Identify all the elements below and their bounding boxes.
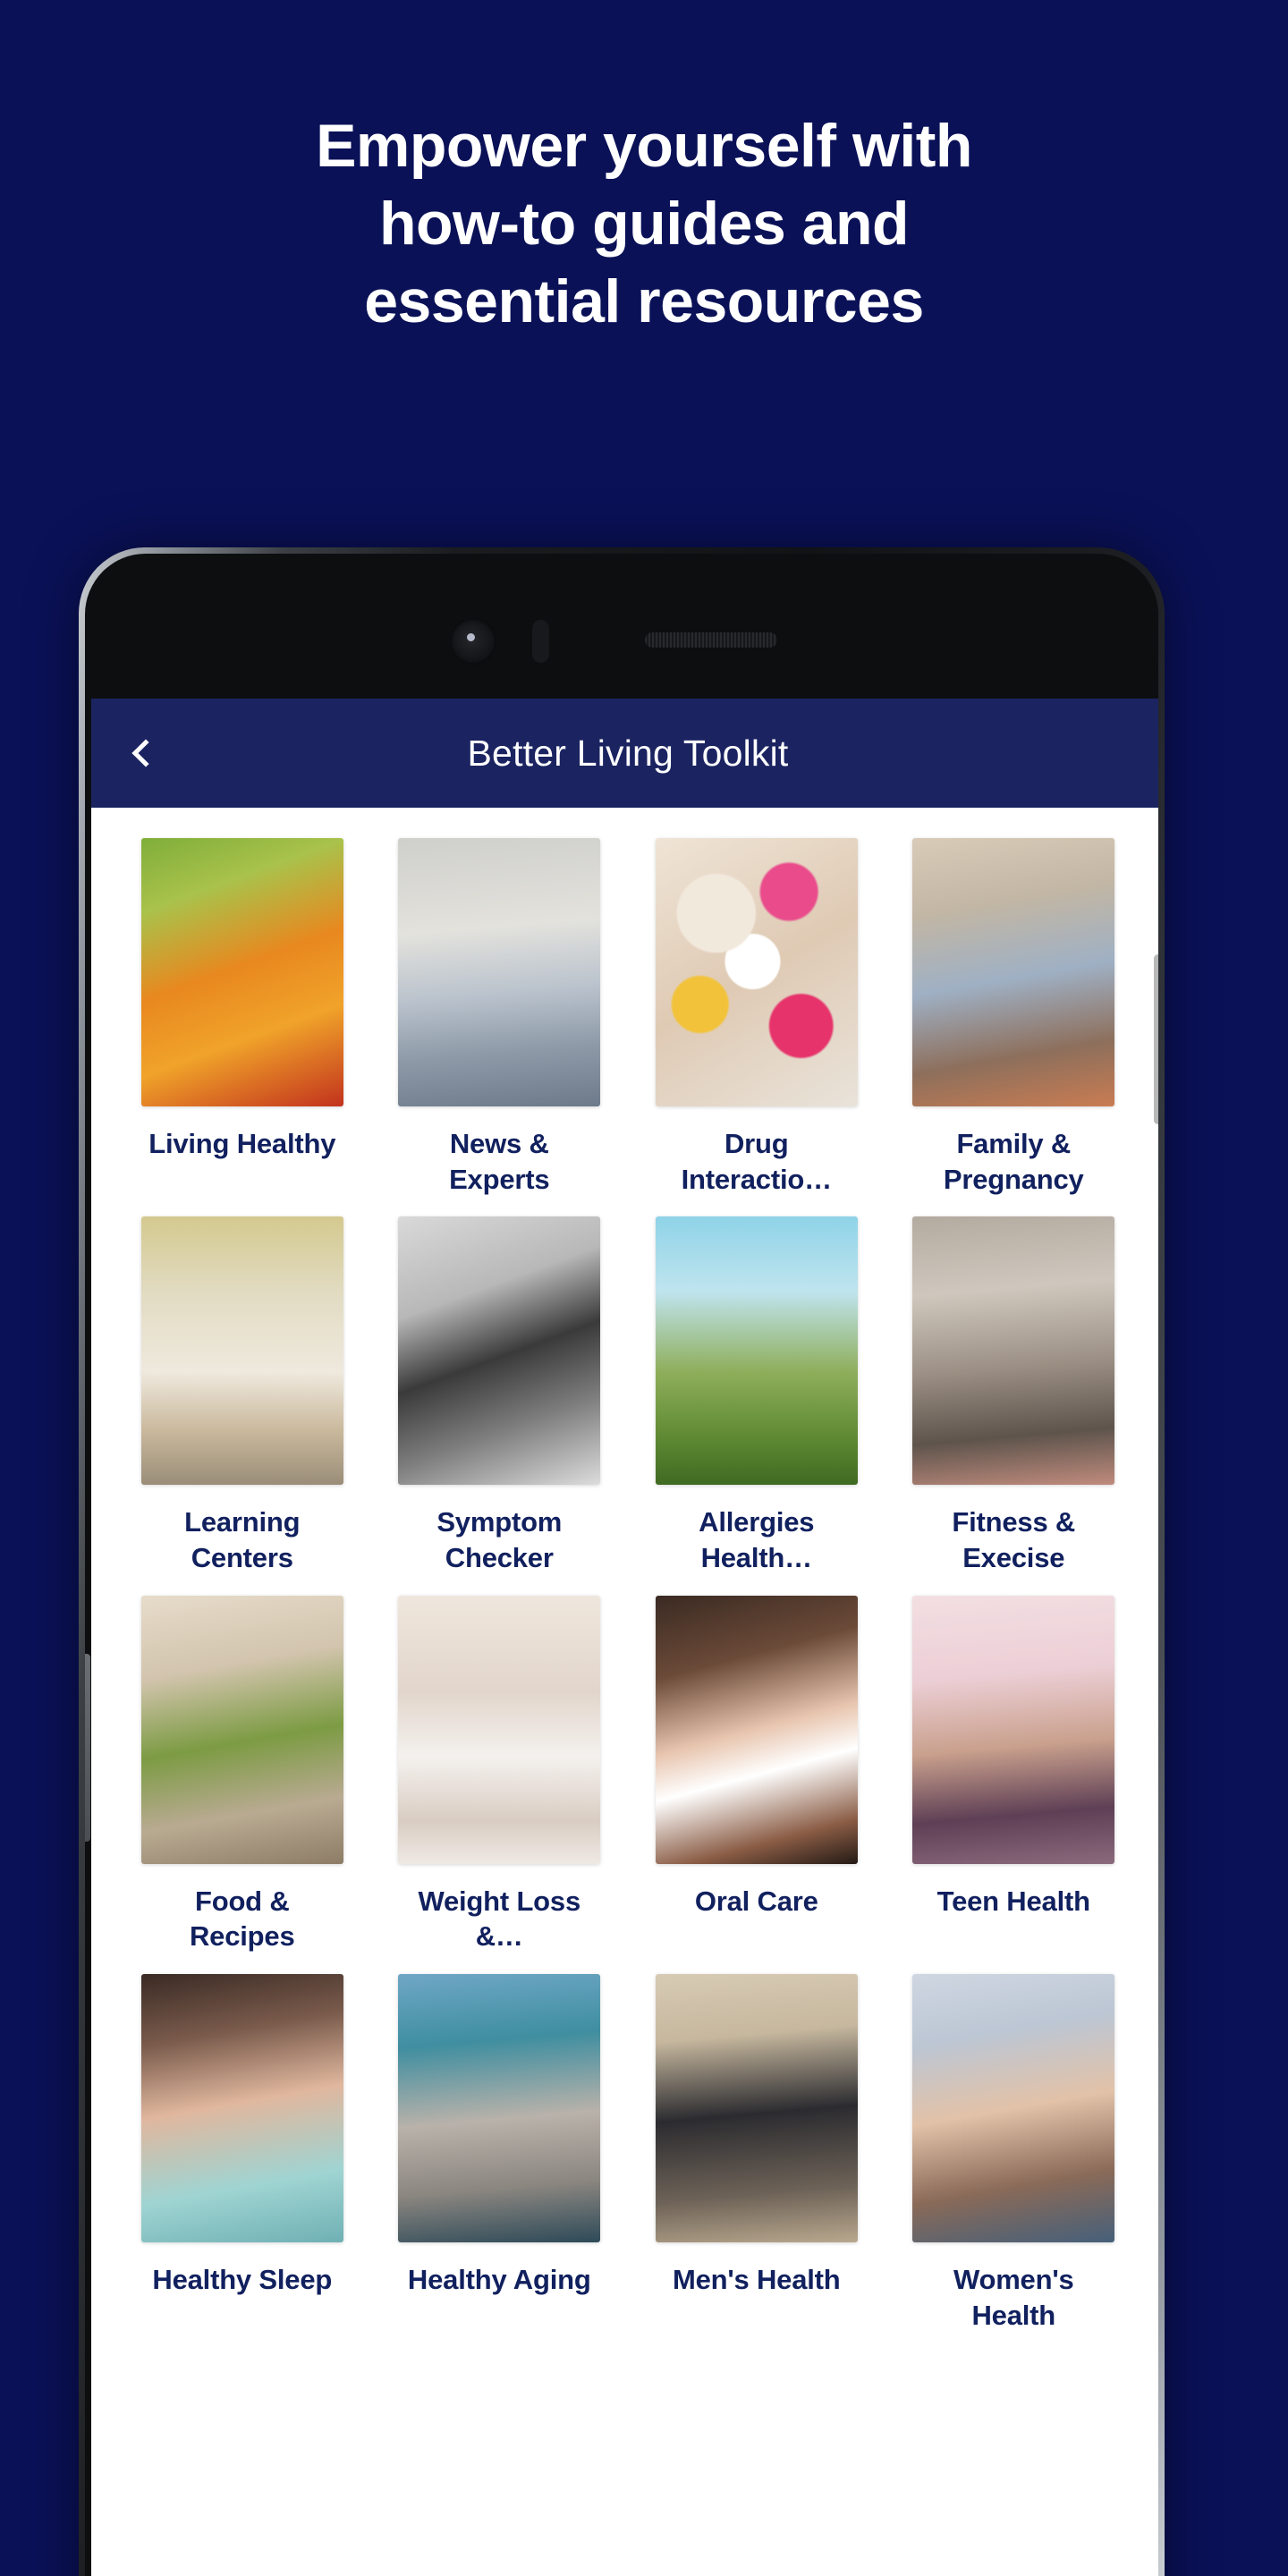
vertical-scrollbar[interactable]: [1154, 954, 1158, 1124]
mother-and-children-photo: [912, 838, 1115, 1106]
grid-tile[interactable]: Men's Health: [631, 1974, 883, 2333]
grid-tile-label: Weight Loss &…: [418, 1885, 580, 1953]
grid-tile-label: Fitness & Execise: [952, 1506, 1076, 1574]
grid-tile-label: Living Healthy: [148, 1128, 336, 1159]
grid-tile[interactable]: Learning Centers: [116, 1216, 369, 1575]
person-reading-newspaper-photo: [398, 838, 601, 1106]
grid-tile-label: Healthy Aging: [407, 2264, 591, 2296]
grid-tile[interactable]: Weight Loss &…: [374, 1595, 626, 1954]
phone-body: Better Living Toolkit Living Healthy News…: [85, 554, 1158, 2576]
grid-tile-label: Healthy Sleep: [152, 2264, 333, 2296]
teen-with-painted-hands-photo: [912, 1595, 1115, 1864]
headline-line-3: essential resources: [364, 267, 924, 336]
woman-sleeping-photo: [140, 1974, 343, 2243]
man-on-beach-photo: [655, 1974, 858, 2243]
grid-tile[interactable]: Living Healthy: [116, 838, 369, 1197]
grid-tile[interactable]: Healthy Aging: [374, 1974, 626, 2333]
proximity-sensor-icon: [532, 620, 549, 663]
grid-tile-label: Symptom Checker: [436, 1506, 563, 1574]
phone-top-bezel: [85, 554, 1158, 697]
grid-tile-label: Teen Health: [936, 1885, 1090, 1917]
grid-tile-label: Learning Centers: [184, 1506, 301, 1574]
grid-tile[interactable]: Healthy Sleep: [116, 1974, 369, 2333]
app-header-bar: Better Living Toolkit: [91, 699, 1158, 808]
page-title: Better Living Toolkit: [467, 732, 789, 774]
grid-tile[interactable]: Fitness & Execise: [888, 1216, 1140, 1575]
headline-line-1: Empower yourself with: [316, 112, 972, 180]
grid-tile-label: Women's Health: [953, 2264, 1074, 2331]
pills-capsules-photo: [655, 838, 858, 1106]
phone-mockup: Better Living Toolkit Living Healthy News…: [79, 547, 1165, 2576]
feet-on-bathroom-scale-photo: [398, 1595, 601, 1864]
grid-tile[interactable]: Drug Interactio…: [631, 838, 883, 1197]
app-screen: Better Living Toolkit Living Healthy News…: [91, 699, 1158, 2576]
volume-button[interactable]: [85, 1654, 90, 1842]
stethoscope-photo: [398, 1216, 601, 1486]
grid-tile-label: Oral Care: [694, 1885, 818, 1917]
chevron-left-icon: [131, 739, 160, 767]
headline-line-2: how-to guides and: [378, 190, 910, 258]
earpiece-speaker-icon: [645, 632, 777, 648]
grid-tile[interactable]: Family & Pregnancy: [888, 838, 1140, 1197]
smiling-teeth-photo: [655, 1595, 858, 1864]
toolkit-grid: Living Healthy News & Experts Drug Interac…: [91, 808, 1158, 2334]
grid-tile[interactable]: Symptom Checker: [374, 1216, 626, 1575]
grid-tile[interactable]: Oral Care: [631, 1595, 883, 1954]
grid-tile-label: Drug Interactio…: [681, 1128, 833, 1195]
grid-tile-label: News & Experts: [449, 1128, 550, 1195]
elderly-woman-photo: [398, 1974, 601, 2243]
vegetables-carrots-photo: [140, 838, 343, 1106]
chopping-herbs-photo: [140, 1595, 343, 1864]
grid-tile[interactable]: Food & Recipes: [116, 1595, 369, 1954]
grid-tile[interactable]: News & Experts: [374, 838, 626, 1197]
grid-tile-label: Family & Pregnancy: [943, 1128, 1084, 1195]
grid-tile-label: Men's Health: [672, 2264, 841, 2296]
promo-headline: Empower yourself with how-to guides and …: [0, 107, 1288, 341]
back-button[interactable]: [111, 721, 175, 785]
grid-tile-label: Food & Recipes: [190, 1885, 295, 1953]
three-women-photo: [912, 1974, 1115, 2243]
camera-icon: [450, 618, 496, 665]
grid-tile[interactable]: Allergies Health…: [631, 1216, 883, 1575]
books-and-apple-photo: [140, 1216, 343, 1486]
grid-tile[interactable]: Teen Health: [888, 1595, 1140, 1954]
flowers-meadow-photo: [655, 1216, 858, 1486]
grid-tile-label: Allergies Health…: [699, 1506, 815, 1574]
women-exercising-photo: [912, 1216, 1115, 1486]
grid-tile[interactable]: Women's Health: [888, 1974, 1140, 2333]
